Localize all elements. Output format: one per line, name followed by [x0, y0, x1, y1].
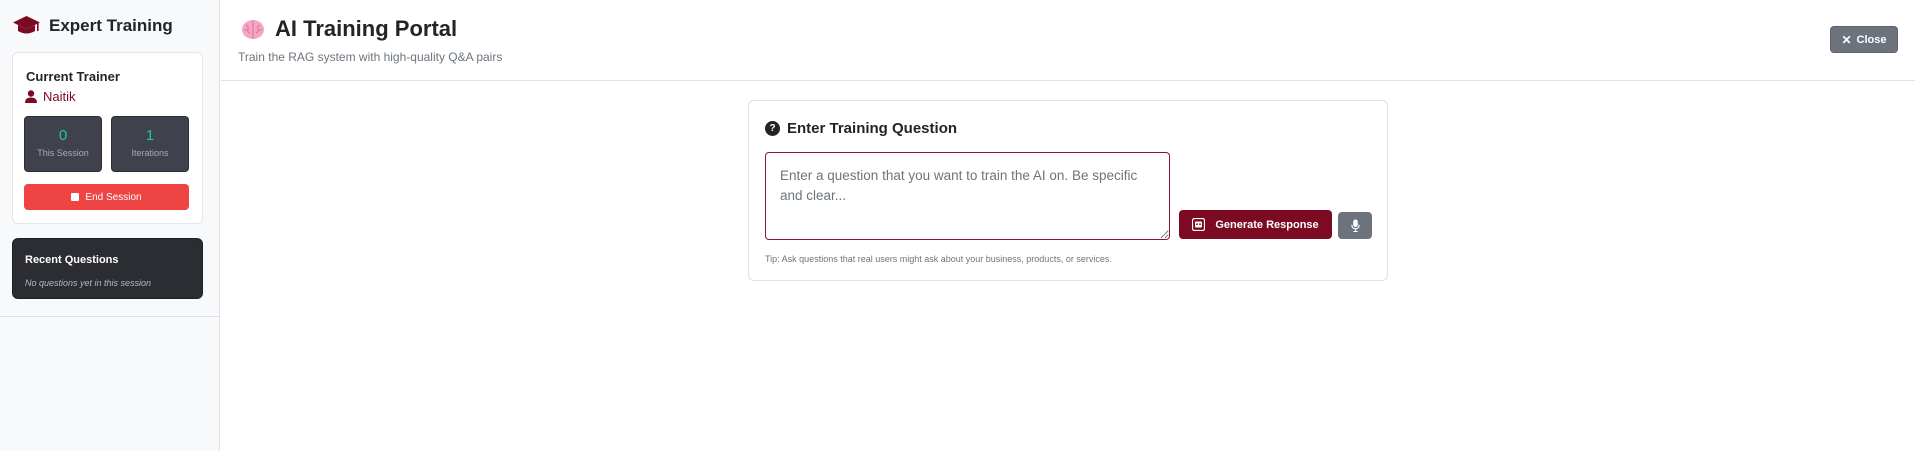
stat-this-session: 0 This Session — [24, 116, 102, 172]
trainer-card: Current Trainer Naitik 0 This Session 1 … — [12, 52, 203, 224]
page-title: AI Training Portal — [275, 16, 458, 41]
close-button[interactable]: ✕ Close — [1830, 26, 1898, 53]
sidebar-divider — [0, 316, 220, 317]
page-title-row: AI Training Portal — [241, 16, 457, 42]
microphone-icon — [1350, 219, 1360, 232]
brain-icon — [242, 20, 264, 39]
stat-value: 1 — [145, 127, 155, 144]
training-question-card: ? Enter Training Question Generate Respo… — [748, 100, 1388, 281]
question-input[interactable] — [765, 152, 1170, 240]
stat-value: 0 — [58, 127, 68, 144]
close-label: Close — [1856, 33, 1887, 46]
stop-icon — [71, 193, 80, 201]
generate-response-button[interactable]: Generate Response — [1179, 210, 1332, 239]
brand-title: Expert Training — [49, 16, 173, 35]
stat-iterations: 1 Iterations — [111, 116, 189, 172]
brand: Expert Training — [12, 14, 173, 38]
trainer-name: Naitik — [43, 89, 76, 104]
stat-label: This Session — [37, 148, 89, 158]
card-title-row: ? Enter Training Question — [765, 120, 957, 137]
microphone-button[interactable] — [1338, 212, 1372, 239]
robot-icon — [1192, 218, 1206, 231]
recent-questions-empty: No questions yet in this session — [25, 278, 152, 288]
user-icon — [25, 90, 37, 103]
question-circle-icon: ? — [765, 121, 780, 136]
tip-text: Tip: Ask questions that real users might… — [765, 254, 1112, 264]
close-icon: ✕ — [1841, 32, 1852, 47]
end-session-label: End Session — [85, 191, 142, 203]
recent-questions-heading: Recent Questions — [25, 254, 119, 266]
trainer-heading: Current Trainer — [26, 69, 120, 84]
stat-label: Iterations — [131, 148, 169, 158]
sidebar: Expert Training Current Trainer Naitik 0… — [0, 0, 220, 451]
trainer-name-row: Naitik — [25, 89, 76, 104]
recent-questions-card: Recent Questions No questions yet in thi… — [12, 238, 203, 299]
generate-response-label: Generate Response — [1215, 218, 1319, 231]
page-subtitle: Train the RAG system with high-quality Q… — [238, 50, 503, 64]
page-header: AI Training Portal Train the RAG system … — [221, 0, 1915, 81]
graduation-cap-icon — [13, 16, 40, 34]
card-title: Enter Training Question — [787, 120, 958, 137]
end-session-button[interactable]: End Session — [24, 184, 189, 210]
